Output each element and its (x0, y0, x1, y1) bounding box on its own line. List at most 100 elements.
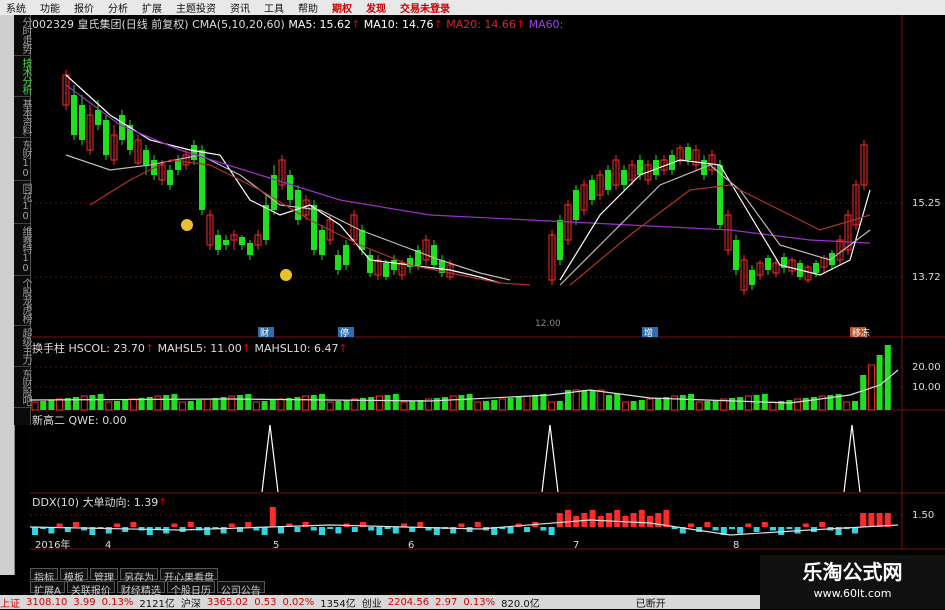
menu-item[interactable]: 主题投资 (176, 0, 216, 15)
candle-body (295, 190, 301, 220)
menu-item[interactable]: 期权 (332, 0, 352, 15)
volume-bar (73, 397, 79, 410)
bottom-tab[interactable]: 模板 (60, 568, 88, 584)
kline-chart-svg[interactable]: 15.25 13.72 20.00 10.00 1.50 12.00 2016年 4 5 6 7 8 财… (29, 15, 945, 551)
watermark-url: www.60lt.com (813, 587, 892, 600)
volume-bar (515, 397, 522, 410)
ddx-bar (368, 527, 375, 531)
event-marker-label: 停 (340, 327, 349, 339)
ma20-value: MA20: 14.66 (446, 18, 516, 31)
volume-bar (212, 398, 219, 410)
volume-bar (335, 401, 342, 410)
ddx-bar (753, 527, 760, 532)
ddx-bar (638, 510, 645, 527)
menu-item[interactable]: 扩展 (142, 0, 162, 15)
volume-bar (876, 355, 883, 410)
side-tab[interactable]: 同花10 (14, 181, 31, 224)
volume-bar (310, 395, 317, 410)
bottom-tab[interactable]: 另存为 (120, 568, 158, 584)
volume-bar (400, 401, 408, 411)
side-tab[interactable]: 东财股吧 (14, 367, 31, 408)
bottom-tab-2[interactable]: 公司公告 (216, 581, 265, 597)
volume-bar (228, 395, 236, 411)
volume-bar (277, 398, 285, 411)
ma5-value: MA5: 15.62 (288, 18, 352, 31)
volume-bar (786, 400, 793, 410)
hs-value: 3365.02 (206, 596, 249, 608)
bottom-tab[interactable]: 指标 (30, 568, 58, 584)
ddx-header: DDX(10) 大单动向: 1.39↑ (32, 496, 168, 509)
volume-bar (769, 401, 777, 411)
chart-area[interactable]: 15.25 13.72 20.00 10.00 1.50 12.00 2016年 4 5 6 7 8 财… (29, 15, 945, 551)
menu-item[interactable]: 工具 (264, 0, 284, 15)
ddx-bar (712, 527, 719, 531)
candle-body (621, 170, 627, 185)
menu-item[interactable]: 功能 (40, 0, 60, 15)
ddx-bar (630, 513, 637, 527)
date-label: 2016年 (35, 538, 70, 550)
volume-bar (458, 395, 465, 410)
ddx-bar (319, 527, 325, 535)
bottom-tab[interactable]: 开心果看盘 (160, 568, 218, 584)
volume-bar (154, 395, 162, 411)
volume-bar (638, 400, 645, 410)
ddx-bar (466, 527, 473, 532)
bottom-tab-2[interactable]: 个股日历 (166, 581, 215, 597)
ddx-bar (204, 527, 211, 535)
menu-item[interactable]: 分析 (108, 0, 128, 15)
side-tab[interactable]: 个股龙虎榜 (14, 276, 31, 326)
ddx-bar (73, 522, 79, 527)
menu-item[interactable]: 资讯 (230, 0, 250, 15)
volume-bar (572, 389, 580, 411)
volume-bar (704, 401, 711, 410)
volume-bar (794, 398, 802, 411)
menu-item[interactable]: 交易未登录 (400, 0, 450, 15)
ddx-bar (540, 527, 547, 531)
volume-bar (442, 397, 448, 410)
volume-bar (589, 390, 596, 410)
side-tab[interactable]: 分时走势 (14, 15, 31, 56)
mahsl5-value: MAHSL5: 11.00 (157, 342, 242, 355)
bottom-tab-2[interactable]: 扩展A (30, 581, 65, 597)
side-tab[interactable]: 超级主力 (14, 326, 31, 367)
side-tab[interactable]: 维赛特10 (14, 224, 31, 276)
volume-bar (737, 397, 744, 410)
side-tab[interactable]: 技术分析 (14, 56, 31, 97)
candle-body (143, 150, 149, 165)
smiley-icon (181, 219, 193, 231)
menu-item[interactable]: 报价 (74, 0, 94, 15)
watermark: 乐淘公式网 www.60lt.com (760, 555, 945, 609)
volume-bar (171, 394, 178, 410)
ddx-bar (524, 527, 530, 532)
ma10-value: MA10: 14.76 (363, 18, 434, 31)
volume-bar (449, 395, 457, 411)
side-tab[interactable]: 东财10 (14, 138, 31, 181)
volume-bar (392, 394, 399, 410)
bottom-tab-2[interactable]: 关联报价 (66, 581, 115, 597)
ddx-bar (32, 527, 38, 535)
ddx-bar (392, 527, 399, 534)
candle-body (335, 255, 341, 270)
menu-bar: 系统 功能 报价 分析 扩展 主题投资 资讯 工具 帮助 期权 发现 交易未登录 (0, 0, 945, 15)
volume-bar (105, 401, 113, 411)
ddx-bar (155, 527, 161, 529)
ddx-bar (130, 522, 137, 527)
date-label: 7 (573, 540, 579, 550)
candle-body (765, 258, 771, 270)
menu-item[interactable]: 帮助 (298, 0, 318, 15)
side-tab[interactable]: 基本资料 (14, 97, 31, 138)
volume-bar (655, 398, 662, 410)
bottom-tab-2[interactable]: 财经精选 (116, 581, 165, 597)
volume-bar (375, 395, 383, 411)
ddx-bar (556, 513, 563, 527)
volume-bar (802, 398, 809, 410)
candle-body (589, 180, 595, 200)
candle-body (637, 160, 643, 175)
volume-bar (326, 401, 334, 411)
cy-label: 创业 (361, 598, 382, 610)
bottom-tab[interactable]: 管理 (90, 568, 118, 584)
volume-bar (384, 395, 391, 410)
stock-title: 002329 皇氏集团(日线 前复权) (32, 18, 189, 31)
menu-item[interactable]: 系统 (6, 0, 26, 15)
menu-item[interactable]: 发现 (366, 0, 386, 15)
